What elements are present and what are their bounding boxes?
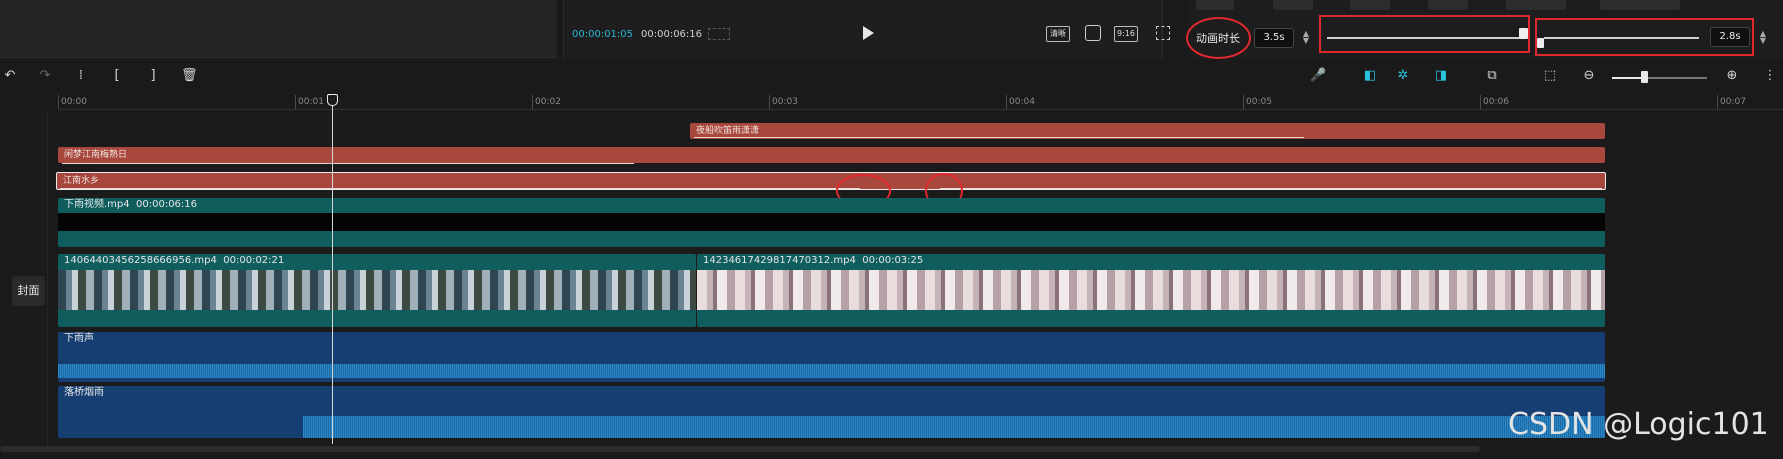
- top-left-panel: [0, 0, 557, 58]
- ruler-tick: [1480, 95, 1481, 109]
- animation-progress-line: [694, 137, 1304, 138]
- ruler-tick: [532, 95, 533, 109]
- play-button[interactable]: [863, 26, 874, 40]
- watermark: CSDN @Logic101: [1508, 407, 1769, 442]
- in-duration-slider[interactable]: [1327, 37, 1522, 39]
- video-clip[interactable]: 下雨视频.mp4 00:00:06:16: [58, 198, 1605, 247]
- undo-icon[interactable]: ↶: [2, 68, 18, 84]
- grid-icon[interactable]: [708, 28, 730, 40]
- split-left-icon[interactable]: [: [109, 68, 125, 84]
- ruler-tick-label: 00:01: [298, 97, 324, 107]
- audio-waveform: [303, 416, 1605, 438]
- out-slider-handle[interactable]: [1537, 38, 1544, 48]
- video-thumbnail-strip: [697, 270, 1605, 310]
- in-slider-highlight: [1319, 15, 1530, 53]
- clip-name: 落桥烟雨: [64, 387, 104, 398]
- playhead-line[interactable]: [332, 100, 333, 444]
- out-duration-input[interactable]: 2.8s: [1710, 27, 1750, 47]
- ruler-tick-label: 00:07: [1720, 97, 1746, 107]
- animation-out-line: [940, 188, 1602, 189]
- clip-name: 14064403456258666956.mp4: [64, 255, 217, 266]
- video-clip[interactable]: 14064403456258666956.mp4 00:00:02:21: [58, 254, 696, 327]
- ruler-tick: [58, 95, 59, 109]
- ruler-tick-label: 00:05: [1246, 97, 1272, 107]
- panel-tab-stub[interactable]: [1273, 0, 1313, 10]
- ruler-tick: [295, 95, 296, 109]
- audio-waveform: [58, 364, 1605, 378]
- horizontal-scrollbar[interactable]: [0, 446, 1480, 452]
- audio-clip[interactable]: 下雨声: [58, 332, 1605, 382]
- panel-tab-stub[interactable]: [1196, 0, 1234, 10]
- ruler-tick: [769, 95, 770, 109]
- out-duration-slider[interactable]: [1544, 37, 1699, 39]
- audio-clip[interactable]: 落桥烟雨: [58, 386, 1605, 438]
- clip-duration: 00:00:02:21: [223, 255, 285, 266]
- clip-name: 下雨声: [64, 333, 94, 344]
- ruler-tick-label: 00:00: [61, 97, 87, 107]
- microphone-icon[interactable]: 🎤: [1310, 68, 1326, 84]
- zoom-in-icon[interactable]: ⊕: [1724, 68, 1740, 84]
- clip-duration: 00:00:03:25: [862, 255, 924, 266]
- animation-in-line: [60, 188, 860, 189]
- preview-axis-icon[interactable]: ⧉: [1481, 68, 1503, 84]
- link-icon[interactable]: ◨: [1430, 68, 1452, 84]
- text-clip[interactable]: 闲梦江南梅熟日: [58, 147, 1605, 163]
- timeline-toolbar: [0, 62, 1783, 92]
- highlight-ellipse: [1186, 17, 1251, 59]
- panel-tab-stub[interactable]: [1600, 0, 1680, 10]
- animation-progress-line: [62, 163, 634, 164]
- clip-duration: 00:00:06:16: [136, 199, 198, 210]
- ruler-tick: [1717, 95, 1718, 109]
- ruler-tick-label: 00:02: [535, 97, 561, 107]
- ratio-button[interactable]: 9:16: [1114, 26, 1138, 42]
- ruler-tick-label: 00:06: [1483, 97, 1509, 107]
- playhead-handle[interactable]: [327, 94, 338, 106]
- in-slider-handle[interactable]: [1519, 28, 1528, 39]
- ruler-tick-label: 00:03: [772, 97, 798, 107]
- panel-tab-stub[interactable]: [1506, 0, 1566, 10]
- ruler-tick: [1243, 95, 1244, 109]
- video-clip[interactable]: 14234617429817470312.mp4 00:00:03:25: [697, 254, 1605, 327]
- screenshot-icon[interactable]: ⬚: [1542, 68, 1558, 84]
- video-thumbnail-strip: [58, 213, 1605, 231]
- ruler-tick: [1006, 95, 1007, 109]
- ruler-tick-label: 00:04: [1009, 97, 1035, 107]
- main-track-magnet-icon[interactable]: ◧: [1359, 68, 1381, 84]
- clip-name: 14234617429817470312.mp4: [703, 255, 856, 266]
- split-right-icon[interactable]: ]: [145, 68, 161, 84]
- fullscreen-icon[interactable]: [1156, 26, 1170, 40]
- in-duration-stepper[interactable]: ▲ ▼: [1302, 30, 1310, 45]
- split-icon[interactable]: ⁞: [73, 68, 89, 84]
- total-timecode: 00:00:06:16: [641, 29, 703, 40]
- more-icon[interactable]: ⋮: [1762, 68, 1778, 84]
- panel-tab-stub[interactable]: [1428, 0, 1468, 10]
- panel-tab-stub[interactable]: [1350, 0, 1390, 10]
- quality-button[interactable]: 清晰: [1046, 26, 1070, 42]
- screenshot-icon[interactable]: [1085, 25, 1101, 41]
- zoom-slider-handle[interactable]: [1641, 71, 1648, 83]
- redo-icon[interactable]: ↷: [37, 68, 53, 84]
- out-duration-stepper[interactable]: ▲ ▼: [1759, 30, 1767, 45]
- cover-button[interactable]: 封面: [12, 276, 45, 306]
- current-timecode: 00:00:01:05: [572, 29, 634, 40]
- zoom-out-icon[interactable]: ⊖: [1581, 68, 1597, 84]
- video-thumbnail-strip: [58, 270, 696, 310]
- clip-name: 下雨视频.mp4: [64, 199, 130, 210]
- auto-snap-icon[interactable]: ✲: [1395, 68, 1411, 84]
- in-duration-input[interactable]: 3.5s: [1254, 28, 1294, 48]
- delete-icon[interactable]: 🗑: [181, 68, 198, 84]
